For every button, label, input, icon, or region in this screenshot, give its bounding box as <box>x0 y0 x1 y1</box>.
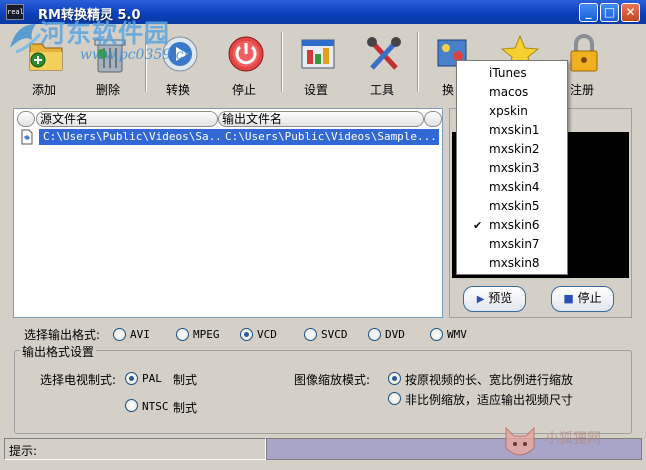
settings-button[interactable]: 设置 <box>286 24 346 100</box>
radio-vcd-label: VCD <box>257 328 277 341</box>
radio-wmv-label: WMV <box>447 328 467 341</box>
menu-item-mxskin5[interactable]: mxskin5 <box>457 197 567 216</box>
menu-item-label: mxskin4 <box>489 180 540 194</box>
radio-wmv[interactable] <box>430 328 443 341</box>
stop-power-icon <box>228 36 264 72</box>
radio-scale-proportional-label: 按原视频的长、宽比例进行缩放 <box>405 373 574 387</box>
minimize-button[interactable]: _ <box>579 3 598 22</box>
menu-item-label: mxskin2 <box>489 142 540 156</box>
menu-item-label: mxskin1 <box>489 123 540 137</box>
menu-item-label: mxskin7 <box>489 237 540 251</box>
toolbar-separator <box>417 32 419 92</box>
menu-item-label: macos <box>489 85 529 99</box>
radio-vcd[interactable] <box>240 328 253 341</box>
fox-logo-icon <box>505 426 535 456</box>
play-icon: ▶ <box>476 294 485 305</box>
radio-dvd-label: DVD <box>385 328 405 341</box>
maximize-button[interactable]: □ <box>600 3 619 22</box>
toolbar-separator <box>281 32 283 92</box>
menu-item-mxskin8[interactable]: mxskin8 <box>457 254 567 273</box>
menu-item-mxskin3[interactable]: mxskin3 <box>457 159 567 178</box>
close-button[interactable]: ✕ <box>621 3 640 22</box>
menu-item-label: mxskin5 <box>489 199 540 213</box>
preview-stop-button[interactable]: ■ 停止 <box>551 286 614 312</box>
lock-icon <box>570 34 598 72</box>
scale-mode-label: 图像缩放模式: <box>294 373 371 387</box>
radio-mpeg[interactable] <box>176 328 189 341</box>
menu-item-label: mxskin8 <box>489 256 540 270</box>
column-header-output[interactable]: 输出文件名 <box>218 111 424 127</box>
radio-scale-fit-label: 非比例缩放，适应输出视频尺寸 <box>405 393 574 407</box>
delete-label: 删除 <box>95 83 120 97</box>
radio-avi-label: AVI <box>130 328 150 341</box>
menu-item-label: iTunes <box>489 66 527 80</box>
radio-scale-fit[interactable] <box>388 392 401 405</box>
menu-item-xpskin[interactable]: xpskin <box>457 102 567 121</box>
row-source-path: C:\Users\Public\Videos\Sa... <box>43 130 219 143</box>
row-output-path: C:\Users\Public\Videos\Sample... <box>225 130 435 143</box>
table-row[interactable]: C:\Users\Public\Videos\Sa... C:\Users\Pu… <box>17 129 439 145</box>
menu-item-label: xpskin <box>489 104 528 118</box>
add-label: 添加 <box>31 83 56 97</box>
stop-square-icon: ■ <box>563 292 574 305</box>
menu-item-label: mxskin6 <box>489 218 540 232</box>
radio-pal[interactable] <box>125 372 138 385</box>
menu-item-macos[interactable]: macos <box>457 83 567 102</box>
radio-ntsc[interactable] <box>125 399 138 412</box>
format-settings-title: 输出格式设置 <box>20 343 97 360</box>
file-list[interactable]: 源文件名 输出文件名 C:\Users\Public\Videos\Sa... … <box>13 108 443 318</box>
stop-label: 停止 <box>231 83 256 97</box>
menu-item-mxskin7[interactable]: mxskin7 <box>457 235 567 254</box>
status-hint-label: 提示: <box>9 444 38 458</box>
radio-scale-proportional[interactable] <box>388 372 401 385</box>
tools-button[interactable]: 工具 <box>352 24 412 100</box>
settings-label: 设置 <box>303 83 328 97</box>
radio-dvd[interactable] <box>368 328 381 341</box>
tools-icon <box>367 37 401 70</box>
settings-icon <box>301 39 335 69</box>
stop-button[interactable]: 停止 <box>214 24 274 100</box>
menu-item-mxskin1[interactable]: mxskin1 <box>457 121 567 140</box>
menu-item-mxskin6[interactable]: ✔ mxskin6 <box>457 216 567 235</box>
radio-ntsc-suffix: 制式 <box>173 401 198 415</box>
output-format-label: 选择输出格式: <box>24 328 101 342</box>
preview-stop-label: 停止 <box>577 291 602 305</box>
column-header-end[interactable] <box>424 111 442 127</box>
skin-dropdown-menu: iTunes macos xpskin mxskin1 mxskin2 mxsk… <box>456 60 568 275</box>
tools-label: 工具 <box>369 83 394 97</box>
radio-pal-label: PAL <box>142 372 162 385</box>
preview-label: 预览 <box>488 291 513 305</box>
radio-ntsc-label: NTSC <box>142 400 169 413</box>
radio-svcd-label: SVCD <box>321 328 348 341</box>
watermark-title: 河东软件园 <box>40 19 171 48</box>
watermark-url: www.pc0359.cn <box>80 47 193 63</box>
radio-avi[interactable] <box>113 328 126 341</box>
tv-system-label: 选择电视制式: <box>40 373 117 387</box>
column-header-checkbox[interactable] <box>17 111 35 127</box>
preview-button[interactable]: ▶ 预览 <box>463 286 526 312</box>
check-icon: ✔ <box>473 219 483 232</box>
radio-pal-suffix: 制式 <box>173 373 198 387</box>
menu-item-label: mxskin3 <box>489 161 540 175</box>
status-bar: 提示: <box>4 438 266 460</box>
menu-item-itunes[interactable]: iTunes <box>457 64 567 83</box>
video-file-icon <box>21 129 33 145</box>
column-header-source[interactable]: 源文件名 <box>36 111 218 127</box>
corner-watermark-text: 小狐狸网 <box>545 431 601 447</box>
radio-svcd[interactable] <box>304 328 317 341</box>
menu-item-mxskin2[interactable]: mxskin2 <box>457 140 567 159</box>
radio-mpeg-label: MPEG <box>193 328 220 341</box>
menu-item-mxskin4[interactable]: mxskin4 <box>457 178 567 197</box>
convert-label: 转换 <box>165 83 190 97</box>
